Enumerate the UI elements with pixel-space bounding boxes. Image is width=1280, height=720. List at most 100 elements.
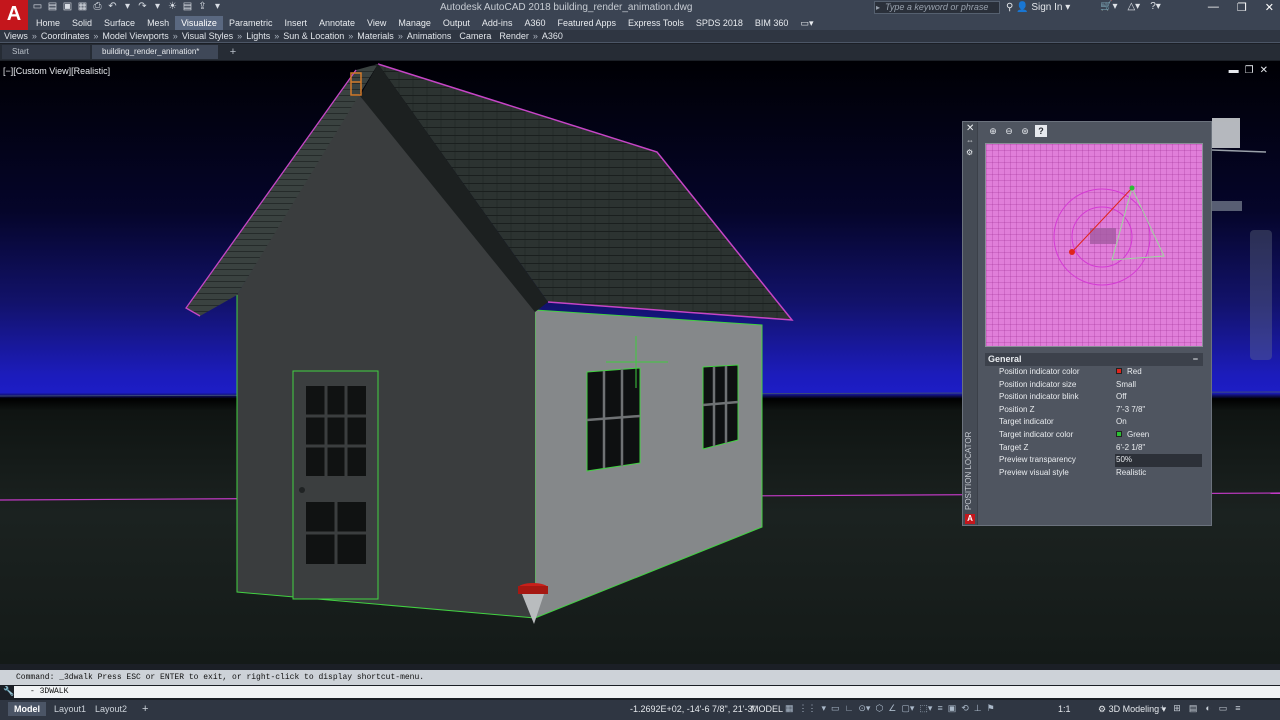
new-file-icon[interactable]: ▭ xyxy=(32,1,43,12)
model-space-button[interactable]: MODEL xyxy=(751,704,783,714)
new-tab-button[interactable]: + xyxy=(224,45,242,59)
wcs-menu[interactable] xyxy=(1210,201,1242,211)
layout-tab-layout1[interactable]: Layout1 xyxy=(48,702,92,716)
share-icon[interactable]: ⇪ xyxy=(197,1,208,12)
viewport-close-icon[interactable]: ✕ xyxy=(1260,65,1268,76)
autodesk-app-icon[interactable]: △▾ xyxy=(1127,1,1140,12)
palette-close-icon[interactable]: ✕ xyxy=(966,123,974,134)
zoom-in-icon[interactable]: ⊕ xyxy=(987,125,999,137)
help-icon[interactable]: ? xyxy=(1035,125,1047,137)
property-row[interactable]: Target indicator On xyxy=(985,416,1203,429)
snap-dropdown-icon[interactable]: ▾ xyxy=(822,703,827,714)
selection-cycling-icon[interactable]: ⟲ xyxy=(961,703,969,714)
open-file-icon[interactable]: ▤ xyxy=(47,1,58,12)
command-input[interactable]: - 3DWALK xyxy=(14,686,1280,698)
annotation-scale[interactable]: 1:1 xyxy=(1058,704,1071,714)
plot-icon[interactable]: ⎙ xyxy=(92,1,103,12)
coordinate-readout[interactable]: -1.2692E+02, -14'-6 7/8", 21'-3" xyxy=(630,704,756,714)
panel-coordinates[interactable]: Coordinates xyxy=(41,30,90,42)
collapse-icon[interactable]: − xyxy=(1193,353,1198,366)
snap-icon[interactable]: ⋮⋮ xyxy=(799,703,817,714)
tab-start[interactable]: Start xyxy=(2,45,90,59)
property-value[interactable]: On xyxy=(1116,416,1127,429)
tab-bim-360[interactable]: BIM 360 xyxy=(749,16,795,30)
property-row[interactable]: Position indicator color Red xyxy=(985,366,1203,379)
panel-lights[interactable]: Lights xyxy=(246,30,270,42)
property-value[interactable]: 6'-2 1/8" xyxy=(1116,442,1145,455)
layout-tab-model[interactable]: Model xyxy=(8,702,46,716)
cart-icon[interactable]: 🛒▾ xyxy=(1100,1,1117,12)
tab-solid[interactable]: Solid xyxy=(66,16,98,30)
panel-camera[interactable]: Camera xyxy=(459,30,491,42)
panel-visual-styles[interactable]: Visual Styles xyxy=(182,30,233,42)
property-value[interactable]: Small xyxy=(1116,379,1136,392)
undo-icon[interactable]: ↶ xyxy=(107,1,118,12)
infer-icon[interactable]: ▭ xyxy=(831,703,840,714)
tab-featured-apps[interactable]: Featured Apps xyxy=(551,16,622,30)
customization-icon[interactable]: ≡ xyxy=(1235,703,1240,714)
property-value[interactable]: Green xyxy=(1116,429,1149,442)
tab-output[interactable]: Output xyxy=(437,16,476,30)
3d-osnap-icon[interactable]: ⬚▾ xyxy=(919,703,932,714)
ribbon-options-icon[interactable]: ▭▾ xyxy=(794,16,819,30)
property-value[interactable]: Red xyxy=(1116,366,1142,379)
object-snap-tracking-icon[interactable]: ∠ xyxy=(888,703,896,714)
tab-home[interactable]: Home xyxy=(30,16,66,30)
clean-screen-icon[interactable]: ▭ xyxy=(1219,703,1228,714)
panel-animations[interactable]: Animations xyxy=(407,30,452,42)
panel-materials[interactable]: Materials xyxy=(357,30,394,42)
tab-insert[interactable]: Insert xyxy=(278,16,313,30)
ortho-icon[interactable]: ∟ xyxy=(845,703,854,714)
tab-spds-2018[interactable]: SPDS 2018 xyxy=(690,16,749,30)
property-value[interactable]: Off xyxy=(1116,391,1127,404)
property-row[interactable]: Target Z 6'-2 1/8" xyxy=(985,442,1203,455)
panel-views[interactable]: Views xyxy=(4,30,28,42)
search-input[interactable]: ▸ Type a keyword or phrase xyxy=(874,1,1000,14)
property-row[interactable]: Position indicator size Small xyxy=(985,379,1203,392)
save-as-icon[interactable]: ▦ xyxy=(77,1,88,12)
tab-express-tools[interactable]: Express Tools xyxy=(622,16,690,30)
add-layout-button[interactable]: + xyxy=(136,702,154,716)
quick-properties-icon[interactable]: ▤ xyxy=(1189,703,1198,714)
property-value[interactable]: 50% xyxy=(1115,454,1202,467)
lineweight-icon[interactable]: ≡ xyxy=(937,703,942,714)
tab-parametric[interactable]: Parametric xyxy=(223,16,279,30)
tab-add-ins[interactable]: Add-ins xyxy=(476,16,519,30)
property-row[interactable]: Position Z 7'-3 7/8" xyxy=(985,404,1203,417)
tab-surface[interactable]: Surface xyxy=(98,16,141,30)
redo-dropdown-icon[interactable]: ▾ xyxy=(152,1,163,12)
panel-sun-location[interactable]: Sun & Location xyxy=(283,30,344,42)
close-icon[interactable]: ✕ xyxy=(1265,1,1274,14)
property-row[interactable]: Position indicator blink Off xyxy=(985,391,1203,404)
grid-icon[interactable]: ▦ xyxy=(785,703,794,714)
redo-icon[interactable]: ↷ xyxy=(137,1,148,12)
qat-menu-icon[interactable]: ▾ xyxy=(212,1,223,12)
property-value[interactable]: 7'-3 7/8" xyxy=(1116,404,1145,417)
palette-properties-icon[interactable]: ⚙ xyxy=(966,148,973,157)
tab-view[interactable]: View xyxy=(361,16,392,30)
zoom-extents-icon[interactable]: ⊛ xyxy=(1019,125,1031,137)
dynamic-ucs-icon[interactable]: ⊥ xyxy=(974,703,982,714)
viewport-restore-icon[interactable]: ❐ xyxy=(1245,65,1254,76)
object-snap-icon[interactable]: ▢▾ xyxy=(901,703,914,714)
property-row[interactable]: Target indicator color Green xyxy=(985,429,1203,442)
tab-drawing-file[interactable]: building_render_animation* xyxy=(92,45,218,59)
annotation-icon[interactable]: ⚑ xyxy=(987,703,995,714)
tab-mesh[interactable]: Mesh xyxy=(141,16,175,30)
tab-a360[interactable]: A360 xyxy=(518,16,551,30)
panel-render[interactable]: Render xyxy=(499,30,529,42)
save-icon[interactable]: ▣ xyxy=(62,1,73,12)
layout-tab-layout2[interactable]: Layout2 xyxy=(89,702,133,716)
tab-annotate[interactable]: Annotate xyxy=(313,16,361,30)
viewcube[interactable] xyxy=(1212,118,1240,148)
panel-model-viewports[interactable]: Model Viewports xyxy=(102,30,168,42)
property-value[interactable]: Realistic xyxy=(1116,467,1146,480)
viewport-minimize-icon[interactable]: ▬ xyxy=(1229,65,1239,76)
sign-in-button[interactable]: ⚲ 👤 Sign In ▾ xyxy=(1006,2,1070,13)
graphics-performance-icon[interactable]: ◐ xyxy=(1205,703,1210,714)
minimize-icon[interactable]: — xyxy=(1208,1,1219,14)
panel-a360[interactable]: A360 xyxy=(542,30,563,42)
isodraft-icon[interactable]: ⬡ xyxy=(875,703,883,714)
viewport-label[interactable]: [−][Custom View][Realistic] xyxy=(3,66,110,76)
polar-icon[interactable]: ⊙▾ xyxy=(858,703,870,714)
